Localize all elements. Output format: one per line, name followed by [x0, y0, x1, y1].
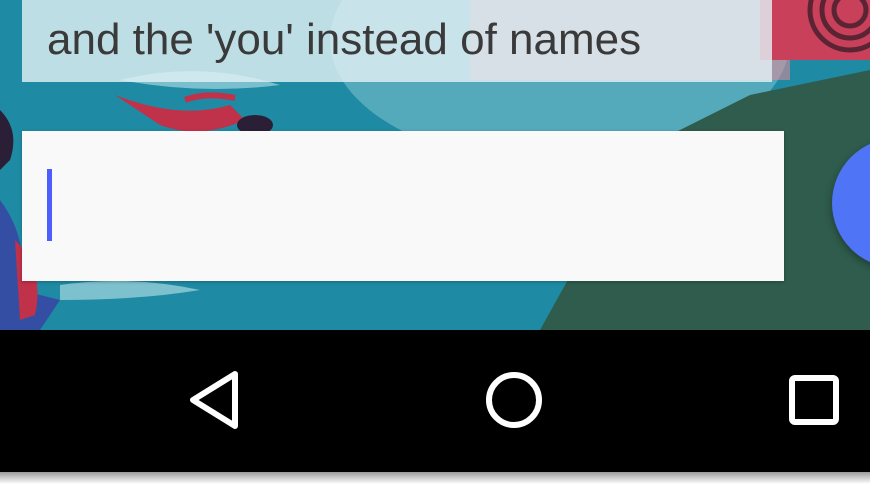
- screenshot-shadow: [0, 472, 870, 489]
- system-navigation-bar: [0, 330, 870, 475]
- message-text: and the 'you' instead of names: [47, 15, 642, 64]
- reply-input[interactable]: [22, 131, 784, 281]
- recents-icon: [789, 375, 839, 425]
- back-icon: [190, 371, 238, 429]
- home-button[interactable]: [469, 360, 559, 440]
- back-button[interactable]: [170, 360, 260, 440]
- recents-button[interactable]: [769, 360, 859, 440]
- screen: and the 'you' instead of names: [0, 0, 870, 475]
- home-icon: [486, 372, 542, 428]
- text-cursor: [47, 169, 52, 241]
- reply-input-container[interactable]: [22, 131, 784, 281]
